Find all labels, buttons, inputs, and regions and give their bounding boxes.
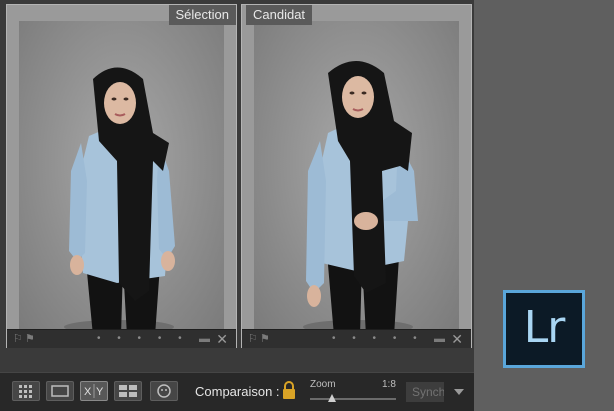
rating-dots[interactable]: • • • • • [332, 333, 424, 344]
zoom-slider[interactable] [310, 398, 396, 400]
lock-icon[interactable] [281, 381, 297, 401]
flag-icon[interactable]: ⚑ [260, 333, 270, 345]
people-view-button[interactable] [150, 381, 178, 401]
grid-view-icon [19, 385, 32, 398]
zoom-label: Zoom [310, 379, 336, 390]
close-icon[interactable]: ✕ [216, 331, 228, 348]
survey-view-icon [119, 385, 137, 397]
color-label-icon[interactable]: ▬ [434, 333, 445, 345]
sync-button[interactable]: Synch [406, 382, 444, 402]
grid-view-button[interactable] [12, 381, 40, 401]
compare-view-button[interactable]: X Y [80, 381, 108, 401]
bottom-toolbar: X Y Comparaison : Zoom 1:8 Synch [0, 372, 474, 411]
candidate-panel[interactable]: Candidat ⚐ ⚑ • • • • • ▬ ✕ [241, 4, 472, 348]
woman-in-black-scarf-image [64, 67, 175, 336]
flag-outline-icon[interactable]: ⚐ [248, 333, 258, 345]
candidate-tag: Candidat [246, 5, 313, 25]
people-view-icon [157, 384, 171, 398]
zoom-value: 1:8 [382, 379, 396, 390]
select-panel[interactable]: Sélection ⚐ ⚑ • • • • • ▬ ✕ [6, 4, 237, 348]
zoom-slider-thumb[interactable] [327, 394, 336, 402]
candidate-panel-bar: ⚐ ⚑ • • • • • ▬ ✕ [242, 329, 471, 348]
logo-text: Lr [523, 302, 566, 353]
svg-text:X: X [84, 386, 92, 398]
compare-label: Comparaison : [195, 384, 280, 399]
compare-area: Sélection ⚐ ⚑ • • • • • ▬ ✕ Candidat ⚐ ⚑… [0, 0, 474, 372]
select-tag: Sélection [168, 5, 236, 25]
select-panel-bar: ⚐ ⚑ • • • • • ▬ ✕ [7, 329, 236, 348]
woman-holding-scarf-image [303, 61, 418, 336]
loupe-view-icon [51, 385, 69, 397]
color-label-icon[interactable]: ▬ [199, 333, 210, 345]
rating-dots[interactable]: • • • • • [97, 333, 189, 344]
close-icon[interactable]: ✕ [451, 331, 463, 348]
survey-view-button[interactable] [114, 381, 142, 401]
loupe-view-button[interactable] [46, 381, 74, 401]
select-photo[interactable] [19, 21, 224, 336]
lightroom-logo: Lr [503, 290, 585, 368]
chevron-down-icon[interactable] [454, 389, 464, 395]
svg-text:Y: Y [96, 386, 104, 398]
candidate-photo[interactable] [254, 21, 459, 336]
flag-outline-icon[interactable]: ⚐ [13, 333, 23, 345]
flag-icon[interactable]: ⚑ [25, 333, 35, 345]
compare-view-icon: X Y [84, 384, 104, 398]
